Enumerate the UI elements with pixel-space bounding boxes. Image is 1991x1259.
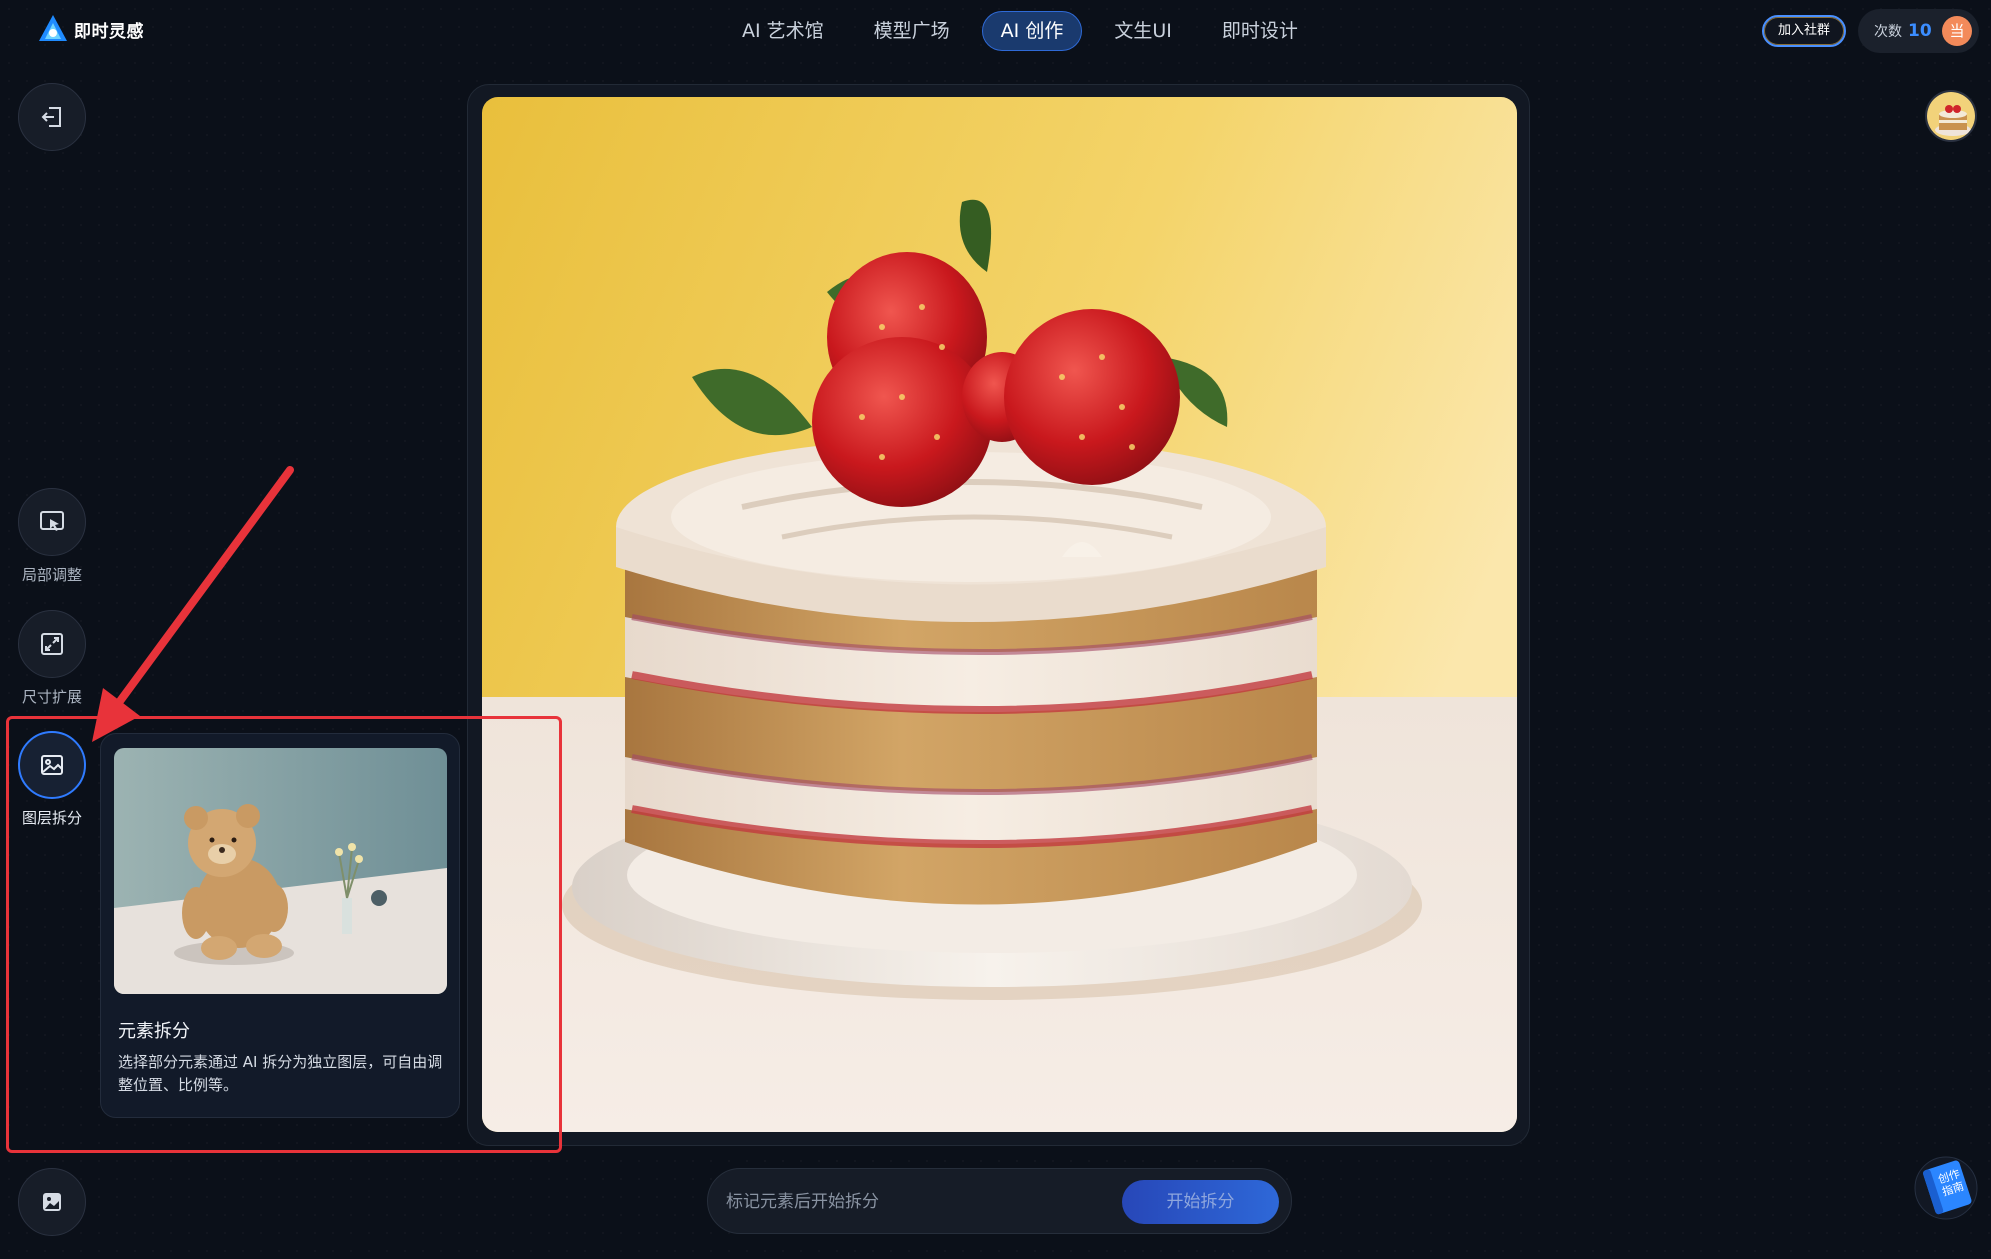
nav-ai-create[interactable]: AI 创作 <box>981 11 1083 51</box>
exit-icon <box>41 107 61 127</box>
brand-name: 即时灵感 <box>74 21 144 42</box>
annotation-box <box>6 716 562 1153</box>
local-adjust-icon <box>40 511 64 531</box>
main-nav: AI 艺术馆 模型广场 AI 创作 文生UI 即时设计 <box>724 11 1316 51</box>
size-expand-label: 尺寸扩展 <box>21 688 82 706</box>
quota-value: 10 <box>1908 21 1932 41</box>
image-icon <box>43 1193 61 1211</box>
nav-ai-gallery[interactable]: AI 艺术馆 <box>724 11 842 51</box>
size-expand-button[interactable] <box>18 610 86 678</box>
canvas-image[interactable] <box>482 97 1517 1132</box>
nav-text-to-ui[interactable]: 文生UI <box>1096 11 1190 51</box>
cake-illustration <box>482 97 1517 1132</box>
local-adjust-label: 局部调整 <box>21 566 82 584</box>
size-expand-icon <box>41 633 63 655</box>
nav-model-plaza[interactable]: 模型广场 <box>856 11 968 51</box>
local-adjust-button[interactable] <box>18 488 86 556</box>
exit-button[interactable] <box>18 83 86 151</box>
split-prompt-input[interactable] <box>726 1181 1106 1223</box>
nav-instant-design[interactable]: 即时设计 <box>1204 11 1316 51</box>
user-avatar[interactable]: 当 <box>1942 16 1972 46</box>
quota-badge[interactable]: 次数 10 当 <box>1858 9 1979 53</box>
quota-label: 次数 <box>1874 24 1902 40</box>
creation-guide-button[interactable]: 创作 指南 <box>1914 1156 1978 1220</box>
split-action-bar: 开始拆分 <box>707 1168 1292 1234</box>
join-community-button[interactable]: 加入社群 <box>1762 15 1847 47</box>
image-library-button[interactable] <box>18 1168 86 1236</box>
start-split-button[interactable]: 开始拆分 <box>1122 1180 1279 1224</box>
logo-icon <box>39 15 67 41</box>
cake-thumbnail-avatar[interactable] <box>1925 90 1977 142</box>
top-header: 即时灵感 AI 艺术馆 模型广场 AI 创作 文生UI 即时设计 加入社群 次数… <box>0 0 1991 62</box>
brand-logo[interactable]: 即时灵感 <box>38 14 144 44</box>
